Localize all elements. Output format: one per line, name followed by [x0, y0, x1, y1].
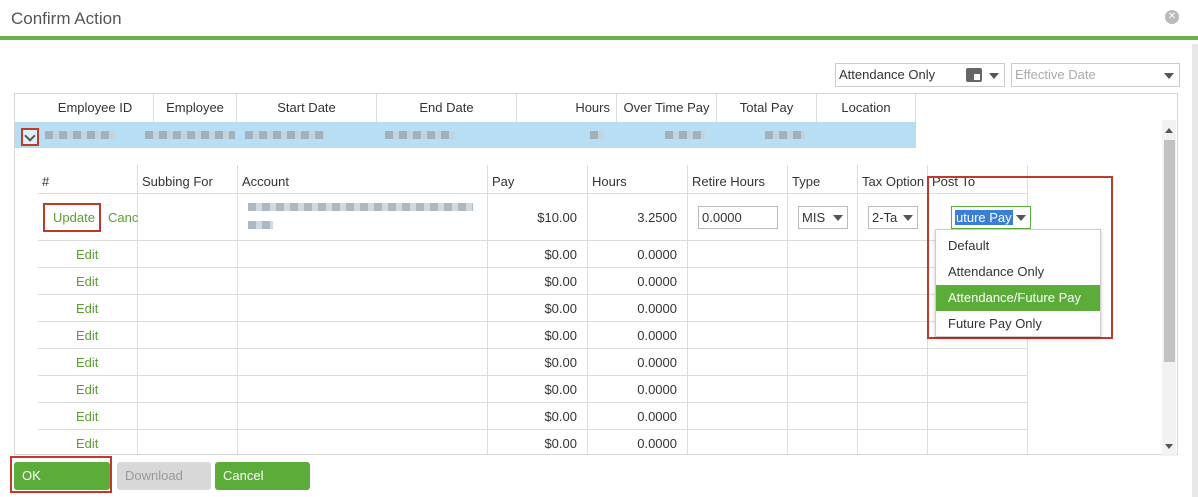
- pay-value: $0.00: [488, 376, 588, 402]
- pay-value: $0.00: [488, 295, 588, 321]
- dcol-subbing-for[interactable]: Subbing For: [138, 165, 238, 193]
- chevron-down-icon: [833, 215, 843, 221]
- edit-button[interactable]: Edit: [76, 376, 98, 403]
- dcol-tax-option[interactable]: Tax Option: [858, 165, 928, 193]
- dcol-hours[interactable]: Hours: [588, 165, 688, 193]
- expand-row-toggle[interactable]: [21, 128, 39, 146]
- table-row: Edit $0.00 0.0000: [38, 375, 1028, 402]
- col-location[interactable]: Location: [817, 94, 916, 122]
- retire-hours-input[interactable]: 0.0000: [698, 206, 778, 229]
- dcol-retire-hours[interactable]: Retire Hours: [688, 165, 788, 193]
- calendar-icon: [966, 68, 982, 82]
- hours-value: 0.0000: [588, 241, 688, 267]
- highlight-update: [43, 203, 101, 232]
- pay-value: $0.00: [488, 403, 588, 429]
- tax-option-value: 2-Ta: [872, 210, 898, 225]
- post-to-filter-select[interactable]: Attendance Only: [835, 63, 1005, 87]
- dcol-account[interactable]: Account: [238, 165, 488, 193]
- scroll-thumb[interactable]: [1164, 140, 1175, 362]
- edit-button[interactable]: Edit: [76, 295, 98, 322]
- cancel-edit-button[interactable]: Canc: [108, 210, 138, 225]
- pay-value: $0.00: [488, 322, 588, 348]
- redacted-account-line2: [248, 221, 273, 229]
- dcol-pay[interactable]: Pay: [488, 165, 588, 193]
- dialog-title: Confirm Action: [11, 9, 122, 28]
- edit-button[interactable]: Edit: [76, 403, 98, 430]
- pay-value: $10.00: [488, 194, 588, 240]
- chevron-down-icon: [903, 215, 913, 221]
- col-total-pay[interactable]: Total Pay: [717, 94, 817, 122]
- download-button[interactable]: Download: [117, 462, 211, 490]
- redacted-hours: [590, 131, 604, 139]
- effective-date-select[interactable]: Effective Date: [1011, 63, 1180, 87]
- table-row: Edit $0.00 0.0000: [38, 429, 1028, 454]
- table-row: Edit $0.00 0.0000: [38, 321, 1028, 348]
- pay-value: $0.00: [488, 241, 588, 267]
- col-employee-id[interactable]: Employee ID: [37, 94, 154, 122]
- edit-button[interactable]: Edit: [76, 349, 98, 376]
- redacted-employee-id: [45, 131, 115, 139]
- table-row: Edit $0.00 0.0000: [38, 294, 1028, 321]
- edit-button[interactable]: Edit: [76, 430, 98, 454]
- table-row: Edit $0.00 0.0000: [38, 348, 1028, 375]
- hours-value: 0.0000: [588, 403, 688, 429]
- pay-value: $0.00: [488, 268, 588, 294]
- tax-option-select[interactable]: 2-Ta: [868, 206, 918, 229]
- col-employee[interactable]: Employee: [154, 94, 237, 122]
- scroll-down-icon[interactable]: [1165, 444, 1173, 449]
- pay-value: $0.00: [488, 430, 588, 454]
- redacted-overtime: [665, 131, 705, 139]
- scroll-up-icon[interactable]: [1165, 128, 1173, 133]
- redacted-employee: [145, 131, 235, 139]
- hours-value: 0.0000: [588, 430, 688, 454]
- option-future-pay-only[interactable]: Future Pay Only: [936, 311, 1100, 337]
- type-value: MIS: [802, 210, 826, 225]
- edit-button[interactable]: Edit: [76, 268, 98, 295]
- option-attendance-only[interactable]: Attendance Only: [936, 259, 1100, 285]
- effective-date-placeholder: Effective Date: [1015, 67, 1096, 82]
- table-row: Edit $0.00 0.0000: [38, 240, 1028, 267]
- window-edge: [1192, 44, 1198, 497]
- cancel-button[interactable]: Cancel: [215, 462, 310, 490]
- col-end-date[interactable]: End Date: [377, 94, 517, 122]
- pay-value: $0.00: [488, 349, 588, 375]
- post-to-filter-value: Attendance Only: [839, 67, 936, 82]
- dcol-type[interactable]: Type: [788, 165, 858, 193]
- col-hours[interactable]: Hours: [517, 94, 617, 122]
- col-start-date[interactable]: Start Date: [237, 94, 377, 122]
- grid-scrollbar[interactable]: [1162, 120, 1176, 456]
- redacted-end-date: [385, 131, 455, 139]
- chevron-down-icon: [1164, 73, 1174, 79]
- hours-value: 0.0000: [588, 376, 688, 402]
- hours-value: 0.0000: [588, 268, 688, 294]
- redacted-total-pay: [765, 131, 805, 139]
- post-to-dropdown: Default Attendance Only Attendance/Futur…: [935, 229, 1101, 337]
- redacted-start-date: [245, 131, 325, 139]
- detail-row-editing: Update Canc $10.00 3.2500 0.0000 MIS 2-T…: [38, 193, 1031, 240]
- hours-value: 0.0000: [588, 295, 688, 321]
- hours-value: 0.0000: [588, 349, 688, 375]
- table-row: Edit $0.00 0.0000: [38, 402, 1028, 429]
- hours-value: 0.0000: [588, 322, 688, 348]
- hours-value: 3.2500: [588, 194, 688, 240]
- type-select[interactable]: MIS: [798, 206, 848, 229]
- redacted-account: [248, 203, 473, 211]
- dialog-titlebar: Confirm Action ✕: [0, 0, 1198, 40]
- ok-button[interactable]: OK: [14, 462, 110, 490]
- col-overtime-pay[interactable]: Over Time Pay: [617, 94, 717, 122]
- dcol-number[interactable]: #: [38, 165, 138, 193]
- option-default[interactable]: Default: [936, 233, 1100, 259]
- close-icon[interactable]: ✕: [1165, 10, 1179, 24]
- edit-button[interactable]: Edit: [76, 322, 98, 349]
- option-attendance-future-pay[interactable]: Attendance/Future Pay: [936, 285, 1100, 311]
- master-row-selected[interactable]: [15, 122, 916, 148]
- table-row: Edit $0.00 0.0000: [38, 267, 1028, 294]
- edit-button[interactable]: Edit: [76, 241, 98, 268]
- chevron-down-icon: [989, 73, 999, 79]
